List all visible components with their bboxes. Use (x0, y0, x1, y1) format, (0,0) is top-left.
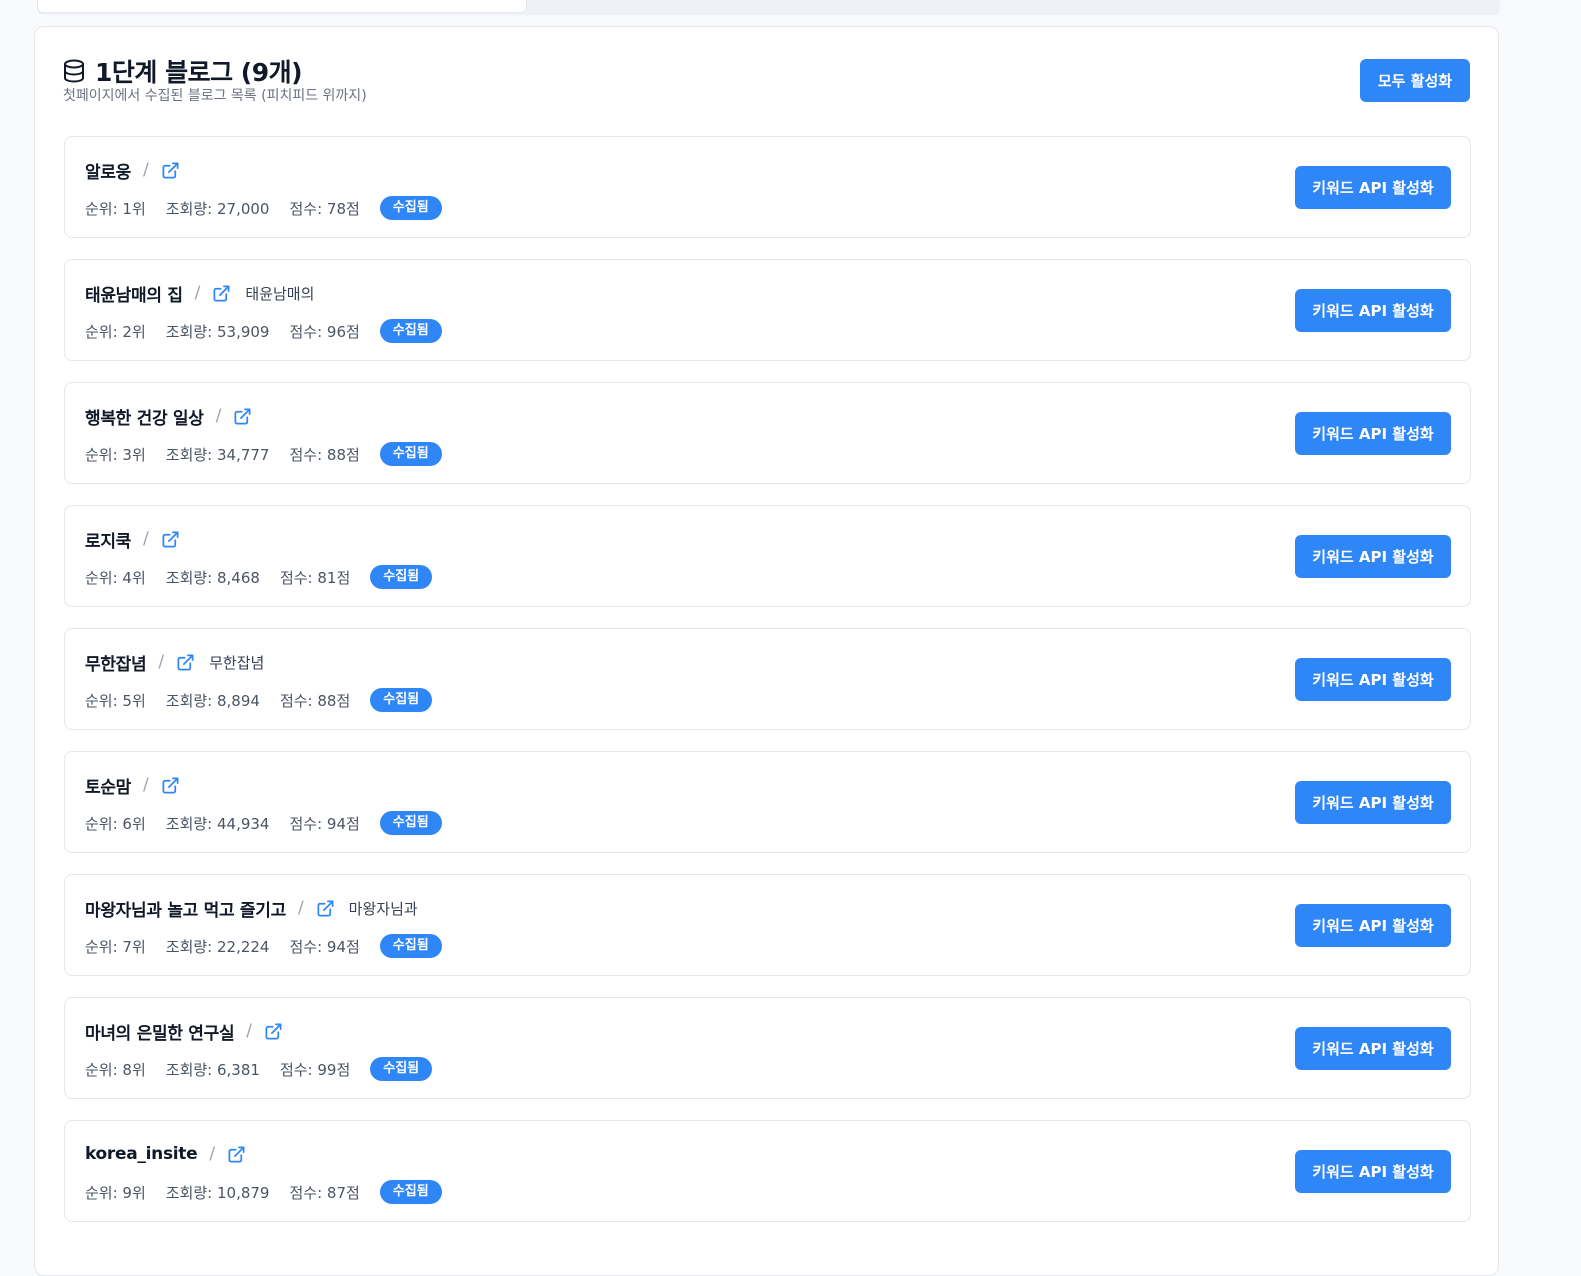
blog-views: 조회량: 6,381 (165, 1060, 260, 1079)
status-badge: 수집됨 (379, 196, 442, 220)
activate-all-button[interactable]: 모두 활성화 (1360, 59, 1470, 102)
external-link-icon[interactable] (264, 1022, 283, 1041)
blog-rank: 순위: 8위 (85, 1060, 146, 1079)
blog-name: 알로웅 (85, 162, 132, 183)
blog-views: 조회량: 53,909 (165, 322, 270, 341)
blog-name: korea_insite (85, 1144, 198, 1164)
blog-score: 점수: 88점 (289, 445, 360, 464)
external-link-icon[interactable] (161, 776, 180, 795)
status-badge: 수집됨 (379, 319, 442, 343)
external-link-icon[interactable] (212, 284, 231, 303)
blog-score: 점수: 88점 (279, 691, 351, 710)
blog-rank: 순위: 9위 (85, 1183, 146, 1202)
status-badge: 수집됨 (379, 934, 442, 958)
keyword-api-activate-button[interactable]: 키워드 API 활성화 (1295, 904, 1451, 947)
panel-header: 1단계 블로그 (9개) 첫페이지에서 수집된 블로그 목록 (피치피드 위까지… (63, 55, 1470, 115)
status-badge: 수집됨 (370, 688, 433, 712)
blog-nickname: 무한잡념 (209, 653, 265, 672)
panel-subtitle: 첫페이지에서 수집된 블로그 목록 (피치피드 위까지) (63, 88, 367, 104)
blog-card: 로지쿡 / 순위: 4위 조회량: 8,468 점수: 81점 수집됨 키워드 … (64, 505, 1471, 607)
keyword-api-activate-button[interactable]: 키워드 API 활성화 (1295, 781, 1451, 824)
external-link-icon[interactable] (233, 407, 252, 426)
blog-score: 점수: 96점 (289, 322, 360, 341)
blog-name: 무한잡념 (85, 654, 147, 675)
separator-slash: / (297, 898, 304, 918)
blog-card: 무한잡념 / 무한잡념 순위: 5위 조회량: 8,894 점수: 88점 수집… (64, 628, 1471, 730)
blog-score: 점수: 94점 (289, 814, 360, 833)
separator-slash: / (143, 775, 149, 795)
keyword-api-activate-button[interactable]: 키워드 API 활성화 (1295, 289, 1451, 332)
keyword-api-activate-button[interactable]: 키워드 API 활성화 (1295, 535, 1451, 578)
blog-name: 행복한 건강 일상 (85, 408, 204, 429)
keyword-api-activate-button[interactable]: 키워드 API 활성화 (1295, 658, 1451, 701)
external-link-icon[interactable] (176, 653, 195, 672)
status-badge: 수집됨 (370, 565, 433, 589)
blog-rank: 순위: 6위 (85, 814, 146, 833)
external-link-icon[interactable] (227, 1145, 246, 1164)
blog-rank: 순위: 2위 (85, 322, 146, 341)
separator-slash: / (143, 529, 149, 549)
external-link-icon[interactable] (161, 530, 180, 549)
tab-stage-2[interactable] (527, 0, 1015, 11)
blog-rank: 순위: 7위 (85, 937, 146, 956)
blog-card: korea_insite / 순위: 9위 조회량: 10,879 점수: 87… (64, 1120, 1471, 1222)
blog-views: 조회량: 22,224 (165, 937, 270, 956)
blog-views: 조회량: 27,000 (165, 199, 270, 218)
blog-rank: 순위: 5위 (85, 691, 146, 710)
separator-slash: / (209, 1144, 216, 1164)
separator-slash: / (158, 652, 165, 672)
keyword-api-activate-button[interactable]: 키워드 API 활성화 (1295, 412, 1451, 455)
blog-name: 로지쿡 (85, 531, 132, 552)
blog-score: 점수: 99점 (279, 1060, 351, 1079)
blog-name: 마녀의 은밀한 연구실 (85, 1023, 235, 1044)
blog-score: 점수: 94점 (289, 937, 360, 956)
status-badge: 수집됨 (370, 1057, 433, 1081)
blog-nickname: 마왕자님과 (348, 899, 418, 918)
separator-slash: / (215, 406, 222, 426)
blog-list: 알로웅 / 순위: 1위 조회량: 27,000 점수: 78점 수집됨 키워드… (64, 136, 1471, 1243)
blog-score: 점수: 81점 (279, 568, 351, 587)
blog-views: 조회량: 10,879 (165, 1183, 270, 1202)
separator-slash: / (143, 160, 149, 180)
keyword-api-activate-button[interactable]: 키워드 API 활성화 (1295, 166, 1451, 209)
external-link-icon[interactable] (316, 899, 335, 918)
keyword-api-activate-button[interactable]: 키워드 API 활성화 (1295, 1150, 1451, 1193)
blog-score: 점수: 78점 (289, 199, 360, 218)
blog-name: 태윤남매의 집 (85, 285, 183, 306)
panel-title: 1단계 블로그 (9개) (95, 58, 303, 87)
blog-card: 태윤남매의 집 / 태윤남매의 순위: 2위 조회량: 53,909 점수: 9… (64, 259, 1471, 361)
blog-card: 행복한 건강 일상 / 순위: 3위 조회량: 34,777 점수: 88점 수… (64, 382, 1471, 484)
blog-views: 조회량: 8,468 (165, 568, 260, 587)
external-link-icon[interactable] (161, 161, 180, 180)
blog-card: 알로웅 / 순위: 1위 조회량: 27,000 점수: 78점 수집됨 키워드… (64, 136, 1471, 238)
top-tab-bar (37, 0, 1500, 15)
separator-slash: / (194, 283, 201, 303)
blog-score: 점수: 87점 (289, 1183, 360, 1202)
blog-nickname: 태윤남매의 (245, 284, 315, 303)
blog-rank: 순위: 4위 (85, 568, 146, 587)
status-badge: 수집됨 (379, 811, 442, 835)
blog-rank: 순위: 1위 (85, 199, 146, 218)
tab-stage-3[interactable] (1015, 0, 1503, 11)
blog-rank: 순위: 3위 (85, 445, 146, 464)
keyword-api-activate-button[interactable]: 키워드 API 활성화 (1295, 1027, 1451, 1070)
blog-views: 조회량: 8,894 (165, 691, 260, 710)
blog-card: 마녀의 은밀한 연구실 / 순위: 8위 조회량: 6,381 점수: 99점 … (64, 997, 1471, 1099)
stage-1-blog-panel: 1단계 블로그 (9개) 첫페이지에서 수집된 블로그 목록 (피치피드 위까지… (34, 26, 1499, 1276)
blog-card: 마왕자님과 놀고 먹고 즐기고 / 마왕자님과 순위: 7위 조회량: 22,2… (64, 874, 1471, 976)
status-badge: 수집됨 (379, 1180, 442, 1204)
blog-views: 조회량: 34,777 (165, 445, 270, 464)
database-icon (63, 59, 85, 83)
separator-slash: / (246, 1021, 253, 1041)
blog-card: 토순맘 / 순위: 6위 조회량: 44,934 점수: 94점 수집됨 키워드… (64, 751, 1471, 853)
tab-stage-1[interactable] (37, 0, 527, 13)
blog-views: 조회량: 44,934 (165, 814, 270, 833)
blog-name: 토순맘 (85, 777, 132, 798)
blog-name: 마왕자님과 놀고 먹고 즐기고 (85, 900, 286, 921)
status-badge: 수집됨 (379, 442, 442, 466)
